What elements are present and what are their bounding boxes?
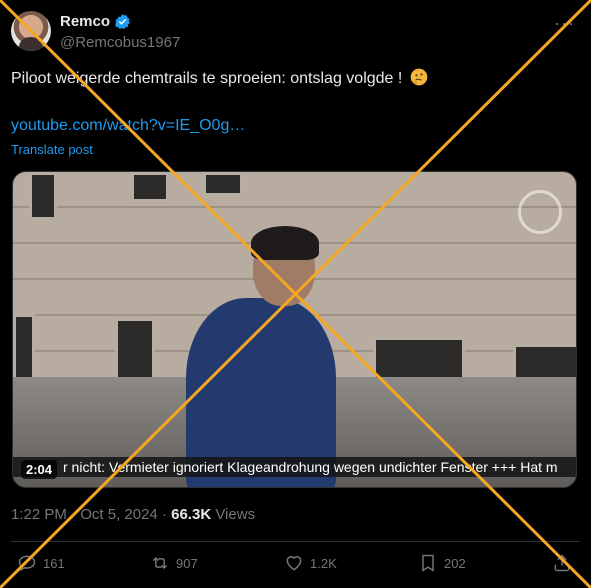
more-options-icon[interactable]: ··· xyxy=(554,13,575,34)
views-count: 66.3K xyxy=(171,506,212,523)
reply-button[interactable]: 161 xyxy=(17,553,65,573)
action-bar: 161 907 1.2K 202 xyxy=(11,553,580,577)
bookmark-icon xyxy=(422,554,434,572)
author-name-row: Remco xyxy=(60,13,131,30)
building-window xyxy=(131,172,169,202)
author-handle[interactable]: @Remcobus1967 xyxy=(60,34,180,51)
video-duration: 2:04 xyxy=(21,460,58,479)
video-person xyxy=(181,226,336,487)
translate-post-link[interactable]: Translate post xyxy=(11,142,93,157)
meta-separator: · xyxy=(161,506,167,523)
bookmark-count: 202 xyxy=(444,555,466,571)
tweet-date[interactable]: Oct 5, 2024 xyxy=(80,506,158,523)
divider xyxy=(11,541,580,542)
news-ticker: r nicht: Vermieter ignoriert Klageandroh… xyxy=(13,457,576,477)
channel-logo-icon xyxy=(518,190,562,234)
tweet-header: Remco @Remcobus1967 ··· xyxy=(11,11,581,55)
video-player[interactable]: r nicht: Vermieter ignoriert Klageandroh… xyxy=(12,171,577,488)
tweet-text: Piloot weigerde chemtrails te sproeien: … xyxy=(11,67,429,88)
verified-badge-icon xyxy=(115,14,130,29)
building-window xyxy=(29,172,57,220)
repost-button[interactable]: 907 xyxy=(150,553,198,573)
repost-icon xyxy=(152,556,168,570)
avatar[interactable] xyxy=(11,11,51,51)
tweet-body: Piloot weigerde chemtrails te sproeien: … xyxy=(11,70,403,87)
tweet-meta: 1:22 PM · Oct 5, 2024 · 66.3K Views xyxy=(11,506,255,523)
like-count: 1.2K xyxy=(310,555,337,571)
reply-count: 161 xyxy=(43,555,65,571)
meta-separator: · xyxy=(71,506,77,523)
youtube-link[interactable]: youtube.com/watch?v=IE_O0g… xyxy=(11,117,245,135)
repost-count: 907 xyxy=(176,555,198,571)
thinking-face-icon xyxy=(410,68,428,86)
like-button[interactable]: 1.2K xyxy=(284,553,337,573)
views-label: Views xyxy=(215,506,256,523)
heart-icon xyxy=(286,556,302,571)
building-window xyxy=(203,172,243,196)
person-hair xyxy=(251,226,319,260)
tweet-time[interactable]: 1:22 PM xyxy=(11,506,67,523)
share-button[interactable] xyxy=(552,553,572,573)
reply-icon xyxy=(18,555,36,572)
author-name[interactable]: Remco xyxy=(60,13,110,30)
share-icon xyxy=(554,554,570,572)
bookmark-button[interactable]: 202 xyxy=(418,553,466,573)
